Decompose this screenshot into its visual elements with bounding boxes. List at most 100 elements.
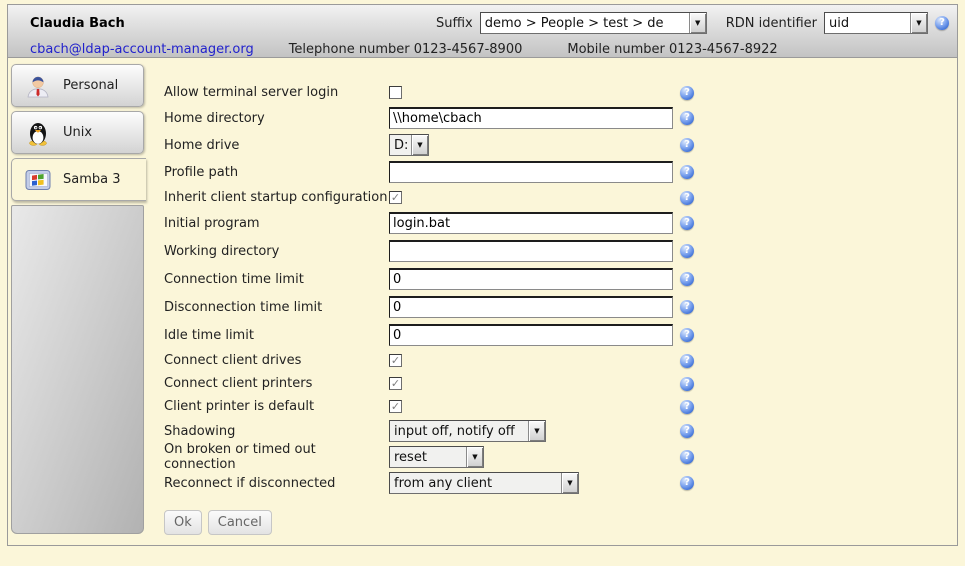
form-row: Client printer is default ✓ ? — [164, 395, 724, 418]
dropdown-arrow-icon: ▼ — [561, 473, 578, 493]
windows-icon — [25, 167, 51, 193]
header-controls: Suffix demo > People > test > de ▼ RDN i… — [436, 12, 949, 34]
profile-path-input[interactable] — [389, 161, 673, 183]
field-label: Connect client printers — [164, 376, 389, 391]
tab-label: Samba 3 — [63, 172, 121, 187]
reconnect-if-disconnected-select[interactable]: from any client ▼ — [389, 472, 579, 494]
home-drive-select[interactable]: D: ▼ — [389, 134, 429, 156]
dropdown-arrow-icon: ▼ — [528, 421, 545, 441]
form-row: Working directory ? — [164, 237, 724, 265]
help-icon[interactable]: ? — [680, 354, 694, 368]
account-edit-window: Claudia Bach Suffix demo > People > test… — [7, 4, 958, 546]
account-header: Claudia Bach Suffix demo > People > test… — [8, 5, 957, 58]
header-row-1: Claudia Bach Suffix demo > People > test… — [8, 5, 957, 34]
shadowing-select[interactable]: input off, notify off ▼ — [389, 420, 546, 442]
help-icon[interactable]: ? — [680, 450, 694, 464]
field-label: Allow terminal server login — [164, 85, 389, 100]
email-link[interactable]: cbach@ldap-account-manager.org — [30, 42, 254, 57]
help-icon[interactable]: ? — [680, 138, 694, 152]
field-label: Home directory — [164, 111, 389, 126]
help-icon[interactable]: ? — [935, 16, 949, 30]
field-label: Working directory — [164, 244, 389, 259]
field-label: Shadowing — [164, 424, 389, 439]
field-label: Initial program — [164, 216, 389, 231]
suffix-label: Suffix — [436, 16, 473, 31]
client-printer-is-default-checkbox[interactable]: ✓ — [389, 400, 402, 413]
form-row: Inherit client startup configuration ✓ ? — [164, 186, 724, 209]
tux-icon — [25, 120, 51, 146]
help-icon[interactable]: ? — [680, 165, 694, 179]
tab-label: Unix — [63, 125, 92, 140]
help-icon[interactable]: ? — [680, 244, 694, 258]
help-icon[interactable]: ? — [680, 400, 694, 414]
tab-label: Personal — [63, 78, 118, 93]
tab-samba3[interactable]: Samba 3 — [11, 158, 146, 201]
field-label: On broken or timed out connection — [164, 442, 389, 472]
field-label: Inherit client startup configuration — [164, 190, 389, 205]
help-icon[interactable]: ? — [680, 216, 694, 230]
form-row: Profile path ? — [164, 158, 724, 186]
checkmark: ✓ — [391, 401, 400, 412]
form-row: Allow terminal server login ? — [164, 81, 724, 104]
help-icon[interactable]: ? — [680, 272, 694, 286]
help-icon[interactable]: ? — [680, 300, 694, 314]
connection-time-limit-input[interactable] — [389, 268, 673, 290]
form-row: Connection time limit ? — [164, 265, 724, 293]
account-name: Claudia Bach — [30, 16, 125, 31]
allow-terminal-server-login-checkbox[interactable] — [389, 86, 402, 99]
help-icon[interactable]: ? — [680, 377, 694, 391]
dropdown-arrow-icon: ▼ — [689, 13, 706, 33]
idle-time-limit-input[interactable] — [389, 324, 673, 346]
disconnection-time-limit-input[interactable] — [389, 296, 673, 318]
tab-personal[interactable]: Personal — [11, 64, 144, 107]
form-buttons: Ok Cancel — [164, 510, 724, 535]
samba3-settings-form: Allow terminal server login ? Home direc… — [164, 81, 724, 535]
field-label: Reconnect if disconnected — [164, 476, 389, 491]
suffix-select[interactable]: demo > People > test > de ▼ — [480, 12, 707, 34]
home-directory-input[interactable] — [389, 107, 673, 129]
rdn-select-value: uid — [825, 13, 910, 33]
working-directory-input[interactable] — [389, 240, 673, 262]
help-icon[interactable]: ? — [680, 476, 694, 490]
on-broken-connection-value: reset — [390, 447, 466, 467]
checkmark: ✓ — [391, 355, 400, 366]
help-icon[interactable]: ? — [680, 86, 694, 100]
field-label: Home drive — [164, 138, 389, 153]
home-drive-value: D: — [390, 135, 411, 155]
suffix-select-value: demo > People > test > de — [481, 13, 689, 33]
field-label: Connection time limit — [164, 272, 389, 287]
inherit-client-startup-configuration-checkbox[interactable]: ✓ — [389, 191, 402, 204]
reconnect-value: from any client — [390, 473, 561, 493]
field-label: Idle time limit — [164, 328, 389, 343]
form-row: Connect client printers ✓ ? — [164, 372, 724, 395]
connect-client-printers-checkbox[interactable]: ✓ — [389, 377, 402, 390]
tab-unix[interactable]: Unix — [11, 111, 144, 154]
help-icon[interactable]: ? — [680, 424, 694, 438]
header-row-2: cbach@ldap-account-manager.org Telephone… — [8, 34, 957, 57]
form-row: On broken or timed out connection reset … — [164, 444, 724, 470]
on-broken-connection-select[interactable]: reset ▼ — [389, 446, 484, 468]
sidebar-filler — [11, 205, 144, 534]
ok-button[interactable]: Ok — [164, 510, 202, 535]
help-icon[interactable]: ? — [680, 191, 694, 205]
form-row: Idle time limit ? — [164, 321, 724, 349]
form-row: Disconnection time limit ? — [164, 293, 724, 321]
shadowing-value: input off, notify off — [390, 421, 528, 441]
dropdown-arrow-icon: ▼ — [411, 135, 428, 155]
dropdown-arrow-icon: ▼ — [910, 13, 927, 33]
form-row: Shadowing input off, notify off ▼ ? — [164, 418, 724, 444]
cancel-button[interactable]: Cancel — [208, 510, 272, 535]
rdn-identifier-select[interactable]: uid ▼ — [824, 12, 928, 34]
help-icon[interactable]: ? — [680, 328, 694, 342]
help-icon[interactable]: ? — [680, 111, 694, 125]
form-row: Reconnect if disconnected from any clien… — [164, 470, 724, 496]
telephone-number: Telephone number 0123-4567-8900 — [289, 42, 523, 57]
rdn-identifier-label: RDN identifier — [726, 16, 817, 31]
connect-client-drives-checkbox[interactable]: ✓ — [389, 354, 402, 367]
initial-program-input[interactable] — [389, 212, 673, 234]
field-label: Connect client drives — [164, 353, 389, 368]
form-row: Home directory ? — [164, 104, 724, 132]
dropdown-arrow-icon: ▼ — [466, 447, 483, 467]
field-label: Disconnection time limit — [164, 300, 389, 315]
mobile-number: Mobile number 0123-4567-8922 — [567, 42, 777, 57]
